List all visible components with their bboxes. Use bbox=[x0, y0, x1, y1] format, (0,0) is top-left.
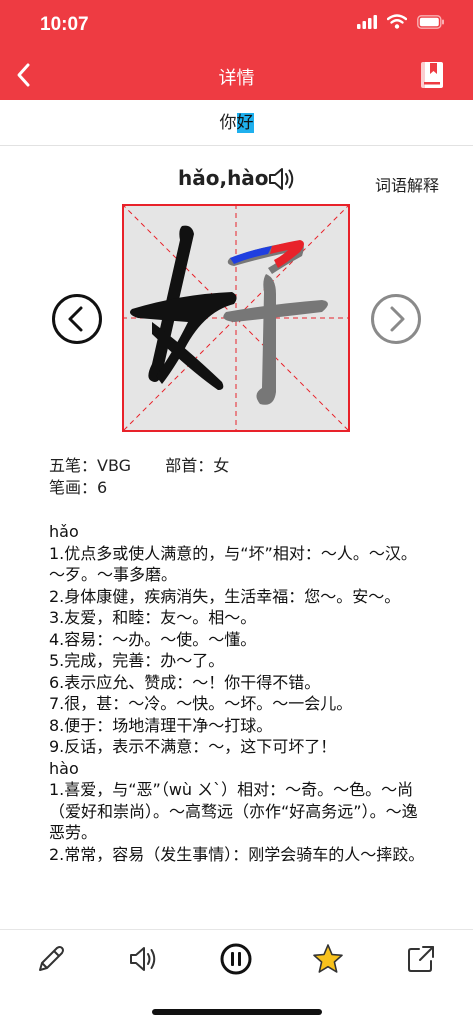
word-highlight[interactable]: 好 bbox=[236, 113, 254, 133]
definition-line: 5.完成，完善：办～了。 bbox=[49, 651, 225, 670]
pinyin-row: hǎo,hào 词语解释 bbox=[0, 160, 473, 196]
word-display: 你好 bbox=[0, 100, 473, 146]
definition-line: 2.常常，容易（发生事情）：刚学会骑车的人～摔跤。 bbox=[49, 844, 425, 864]
definition-line: 4.容易：～办。～使。～懂。 bbox=[49, 629, 257, 649]
definition-line: 2.身体康健，疾病消失，生活幸福：您～。安～。 bbox=[49, 586, 401, 606]
radical-value: 女 bbox=[213, 456, 230, 475]
definition-line: 3.友爱，和睦：友～。相～。 bbox=[49, 608, 257, 627]
status-time: 10:07 bbox=[40, 14, 89, 35]
battery-icon bbox=[417, 14, 444, 29]
page-title: 详情 bbox=[218, 68, 255, 89]
definition-line: 1.喜爱，与“恶”（wù ㄨˋ）相对：～奇。～色。～尚（爱好和崇尚）。～高骛远（… bbox=[49, 780, 418, 842]
pause-icon[interactable] bbox=[219, 942, 253, 976]
definition-line: 9.反话，表示不满意：～，这下可坏了！ bbox=[49, 737, 337, 756]
speaker-icon[interactable] bbox=[266, 164, 296, 194]
previous-character-button[interactable] bbox=[51, 293, 103, 345]
star-icon[interactable] bbox=[311, 942, 345, 976]
home-indicator bbox=[152, 1009, 322, 1015]
word-explain-link[interactable]: 词语解释 bbox=[375, 172, 439, 196]
definition-line: 7.很，甚：～冷。～快。～坏。～一会儿。 bbox=[49, 694, 353, 713]
definition-line: 6.表示应允、赞成：～！你干得不错。 bbox=[49, 672, 321, 692]
share-icon[interactable] bbox=[404, 942, 438, 976]
word-prefix[interactable]: 你 bbox=[220, 113, 237, 133]
bookmark-book-icon[interactable] bbox=[417, 60, 447, 90]
definition-line: 8.便于：场地清理干净～打球。 bbox=[49, 715, 273, 735]
status-icons bbox=[357, 14, 445, 29]
definition-line: hào bbox=[49, 758, 79, 778]
speaker-icon[interactable] bbox=[126, 942, 160, 976]
radical-label: 部首： bbox=[165, 456, 214, 475]
character-stroke-grid[interactable]: 好 bbox=[122, 204, 350, 432]
wifi-icon bbox=[387, 14, 407, 29]
definition-line: 1.优点多或使人满意的，与“坏”相对：～人。～汉。～歹。～事多磨。 bbox=[49, 543, 417, 585]
definition-line: hǎo bbox=[49, 522, 79, 541]
wubi-label: 五笔： bbox=[49, 456, 98, 475]
wubi-value: VBG bbox=[97, 456, 132, 475]
strokes-label: 笔画： bbox=[49, 478, 98, 497]
top-bar: 10:07 详情 bbox=[0, 0, 473, 100]
signal-icon bbox=[357, 14, 377, 29]
strokes-value: 6 bbox=[97, 478, 108, 497]
pencil-icon[interactable] bbox=[34, 942, 68, 976]
next-character-button[interactable] bbox=[370, 293, 422, 345]
character-info: 五笔：VBG 部首：女 笔画：6 bbox=[49, 455, 229, 499]
pinyin-text: hǎo,hào bbox=[178, 166, 269, 190]
definitions-list[interactable]: hǎo 1.优点多或使人满意的，与“坏”相对：～人。～汉。～歹。～事多磨。 2.身体… bbox=[49, 521, 431, 910]
